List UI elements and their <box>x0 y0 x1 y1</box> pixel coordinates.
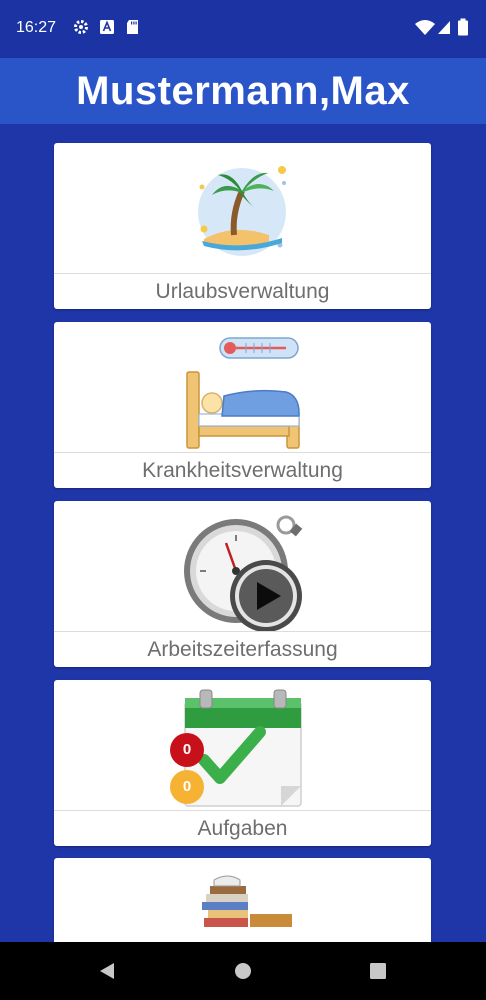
page-title: Mustermann,Max <box>76 68 410 113</box>
badge-red: 0 <box>170 733 204 767</box>
settings-icon <box>74 20 88 34</box>
wifi-icon <box>415 20 435 35</box>
menu-card-urlaubsverwaltung[interactable]: Urlaubsverwaltung <box>54 143 431 309</box>
recents-icon[interactable] <box>368 961 388 981</box>
books-stack-icon <box>54 858 431 942</box>
back-icon[interactable] <box>97 961 117 981</box>
menu-card-label: Krankheitsverwaltung <box>142 459 343 482</box>
menu-list[interactable]: Urlaubsverwaltung Krankheitsverwaltung A… <box>0 124 486 942</box>
app-notification-icon <box>100 20 114 34</box>
calendar-check-icon: 0 0 <box>54 680 431 810</box>
badge-orange: 0 <box>170 770 204 804</box>
system-navigation-bar <box>0 942 486 1000</box>
status-bar: 16:27 <box>0 0 486 58</box>
card-divider <box>54 273 431 274</box>
menu-card-label: Urlaubsverwaltung <box>155 280 330 303</box>
vacation-island-icon <box>54 143 431 273</box>
home-icon[interactable] <box>233 961 253 981</box>
status-time: 16:27 <box>16 19 57 36</box>
menu-card-books[interactable] <box>54 858 431 942</box>
menu-card-label: Arbeitszeiterfassung <box>147 638 338 661</box>
card-divider <box>54 631 431 632</box>
menu-card-label: Aufgaben <box>197 817 288 840</box>
card-divider <box>54 452 431 453</box>
menu-card-arbeitszeiterfassung[interactable]: Arbeitszeiterfassung <box>54 501 431 667</box>
cellular-signal-icon <box>438 21 450 34</box>
app-bar: Mustermann,Max <box>0 58 486 124</box>
menu-card-aufgaben[interactable]: 0 0 Aufgaben <box>54 680 431 846</box>
sd-card-icon <box>127 20 138 34</box>
battery-icon <box>458 18 468 36</box>
sick-bed-icon <box>54 322 431 452</box>
stopwatch-play-icon <box>54 501 431 632</box>
menu-card-krankheitsverwaltung[interactable]: Krankheitsverwaltung <box>54 322 431 488</box>
card-divider <box>54 810 431 811</box>
